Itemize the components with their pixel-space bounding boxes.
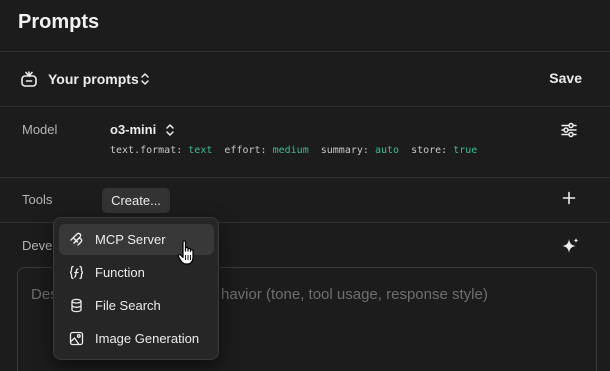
param-value: auto — [374, 145, 400, 156]
param-key: store: — [411, 145, 448, 156]
menu-item-label: File Search — [95, 298, 161, 313]
menu-item-label: MCP Server — [95, 232, 166, 247]
prompts-bar: Your prompts Save — [0, 52, 610, 107]
menu-item-file-search[interactable]: File Search — [59, 290, 214, 321]
menu-item-label: Image Generation — [95, 331, 200, 346]
function-icon — [69, 265, 84, 280]
database-icon — [71, 298, 82, 313]
model-row: Model o3-mini text.format: text effort: … — [0, 107, 610, 178]
menu-item-image-generation[interactable]: Image Generation — [59, 323, 214, 354]
page-title: Prompts — [18, 11, 100, 33]
param-value: text — [188, 145, 213, 156]
chevron-updown-icon[interactable] — [164, 123, 176, 137]
param-key: summary: — [320, 145, 369, 156]
mcp-icon — [70, 232, 83, 246]
param-key: text.format: — [110, 145, 183, 156]
page-header: Prompts — [0, 0, 610, 52]
param-value: true — [453, 145, 478, 156]
prompts-selector[interactable]: Your prompts — [48, 71, 139, 87]
create-tool-button[interactable]: Create... — [102, 188, 170, 213]
model-params: text.format: text effort: medium summary… — [110, 145, 477, 156]
tools-label: Tools — [22, 192, 53, 207]
model-selector[interactable]: o3-mini — [110, 122, 156, 137]
hand-cursor-icon — [177, 240, 194, 265]
save-button[interactable]: Save — [549, 70, 582, 86]
sparkle-icon[interactable] — [560, 237, 580, 257]
menu-item-label: Function — [95, 265, 145, 280]
model-label: Model — [22, 122, 58, 137]
placeholder-text: havior (tone, tool usage, response style… — [221, 286, 488, 303]
param-value: medium — [272, 145, 309, 156]
settings-sliders-icon[interactable] — [560, 121, 578, 139]
chevron-updown-icon[interactable] — [139, 72, 151, 86]
image-icon — [69, 331, 84, 346]
param-key: effort: — [224, 145, 267, 156]
plus-icon[interactable] — [562, 191, 576, 205]
prompt-library-icon — [21, 71, 37, 87]
developer-label: Deve — [22, 238, 53, 253]
